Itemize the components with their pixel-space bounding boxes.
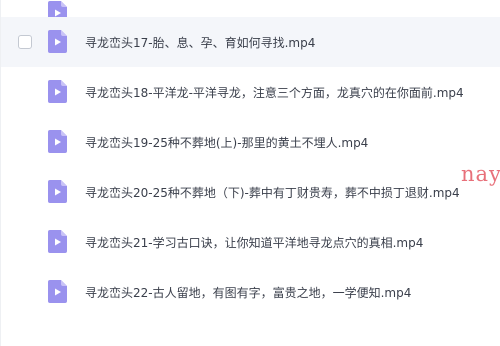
file-name: 寻龙峦头17-胎、息、孕、育如何寻找.mp4	[85, 36, 316, 50]
video-file-icon	[48, 180, 67, 203]
file-row[interactable]: 寻龙峦头18-平洋龙-平洋寻龙，注意三个方面，龙真穴的在你面前.mp4	[1, 67, 500, 117]
video-file-icon	[48, 280, 67, 303]
file-row[interactable]: 寻龙峦头19-25种不葬地(上)-那里的黄土不埋人.mp4	[1, 117, 500, 167]
file-row[interactable]: 寻龙峦头20-25种不葬地（下)-葬中有丁财贵寿，葬不中损丁退财.mp4	[1, 167, 500, 217]
row-checkbox[interactable]	[18, 35, 32, 49]
video-file-icon	[48, 230, 67, 253]
video-file-icon	[48, 80, 67, 103]
file-name: 寻龙峦头18-平洋龙-平洋寻龙，注意三个方面，龙真穴的在你面前.mp4	[85, 86, 464, 100]
file-name: 寻龙峦头22-古人留地，有图有字，富贵之地，一学便知.mp4	[85, 286, 412, 300]
video-file-icon	[48, 30, 67, 53]
file-name: 寻龙峦头21-学习古口诀，让你知道平洋地寻龙点穴的真相.mp4	[85, 236, 424, 250]
file-row[interactable]: 寻龙峦头22-古人留地，有图有字，富贵之地，一学便知.mp4	[1, 267, 500, 317]
file-row[interactable]: 寻龙峦头21-学习古口诀，让你知道平洋地寻龙点穴的真相.mp4	[1, 217, 500, 267]
file-name: 寻龙峦头20-25种不葬地（下)-葬中有丁财贵寿，葬不中损丁退财.mp4	[85, 186, 460, 200]
file-list: 寻龙峦头17-胎、息、孕、育如何寻找.mp4 寻龙峦头18-平洋龙-平洋寻龙，注…	[0, 0, 500, 346]
file-row[interactable]: 寻龙峦头17-胎、息、孕、育如何寻找.mp4	[1, 17, 500, 67]
file-name: 寻龙峦头19-25种不葬地(上)-那里的黄土不埋人.mp4	[85, 136, 369, 150]
video-file-icon	[48, 130, 67, 153]
watermark-text: nay	[461, 162, 500, 186]
